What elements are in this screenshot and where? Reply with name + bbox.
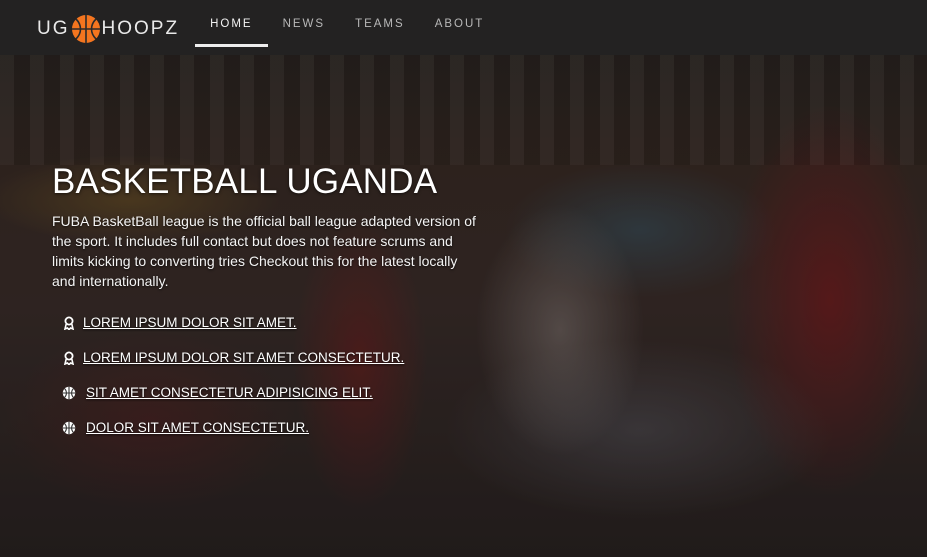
main-nav: HOME NEWS TEAMS ABOUT <box>195 0 499 55</box>
hero-link[interactable]: DOLOR SIT AMET CONSECTETUR. <box>86 420 309 435</box>
brand-prefix: UG <box>37 17 70 39</box>
nav-teams[interactable]: TEAMS <box>340 0 420 47</box>
hero-link[interactable]: LOREM IPSUM DOLOR SIT AMET CONSECTETUR. <box>83 350 404 365</box>
basketball-icon <box>61 385 77 401</box>
hero-title: BASKETBALL UGANDA <box>52 162 438 201</box>
navbar: UG HOOPZ HOME NEWS TEAMS ABOUT <box>0 0 927 55</box>
nav-news[interactable]: NEWS <box>268 0 341 47</box>
hero-link-list: LOREM IPSUM DOLOR SIT AMET. LOREM IPSUM … <box>61 305 482 445</box>
list-item: DOLOR SIT AMET CONSECTETUR. <box>61 410 482 445</box>
hero-link[interactable]: LOREM IPSUM DOLOR SIT AMET. <box>83 315 297 330</box>
hero-link[interactable]: SIT AMET CONSECTETUR ADIPISICING ELIT. <box>86 385 373 400</box>
award-icon <box>61 315 77 331</box>
list-item: LOREM IPSUM DOLOR SIT AMET CONSECTETUR. <box>61 340 482 375</box>
hero-content: BASKETBALL UGANDA FUBA BasketBall league… <box>52 162 482 445</box>
brand-logo[interactable]: UG HOOPZ <box>37 2 179 55</box>
list-item: SIT AMET CONSECTETUR ADIPISICING ELIT. <box>61 375 482 410</box>
brand-suffix: HOOPZ <box>101 17 180 39</box>
nav-about[interactable]: ABOUT <box>420 0 500 47</box>
list-item: LOREM IPSUM DOLOR SIT AMET. <box>61 305 482 340</box>
nav-home[interactable]: HOME <box>195 0 268 47</box>
basketball-icon <box>61 420 77 436</box>
hero-description: FUBA BasketBall league is the official b… <box>52 213 476 289</box>
basketball-logo-icon <box>71 14 100 43</box>
award-icon <box>61 350 77 366</box>
